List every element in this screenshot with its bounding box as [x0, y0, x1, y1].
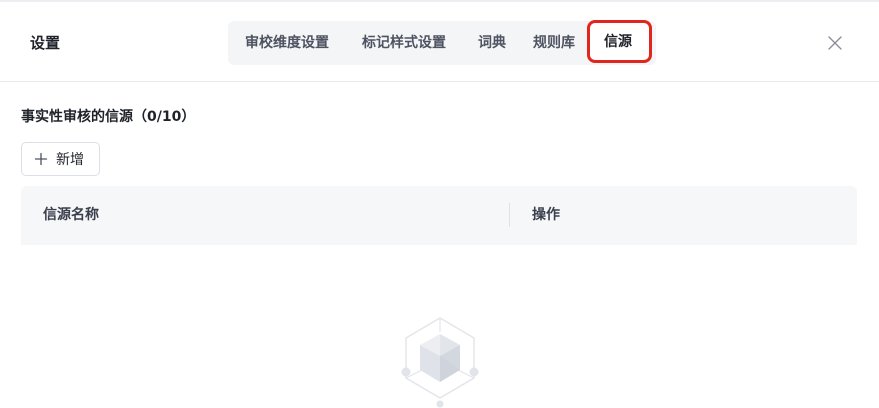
add-button-label: 新增: [56, 152, 84, 168]
column-header-source-name: 信源名称: [43, 207, 99, 223]
settings-dialog: 设置 审校维度设置 标记样式设置 词典 规则库 信源 事实性审核的信源（0/10…: [0, 0, 879, 408]
tab-review-dimensions[interactable]: 审校维度设置: [245, 33, 329, 53]
plus-icon: [34, 152, 48, 166]
tab-sources-highlight[interactable]: 信源: [587, 20, 652, 63]
column-divider: [509, 203, 510, 227]
tab-dictionary[interactable]: 词典: [478, 33, 506, 53]
tab-mark-style[interactable]: 标记样式设置: [362, 33, 446, 53]
close-icon: [828, 36, 842, 50]
add-source-button[interactable]: 新增: [21, 142, 100, 176]
section-title: 事实性审核的信源（0/10）: [21, 109, 196, 125]
column-header-actions: 操作: [532, 207, 560, 223]
table-header: 信源名称 操作: [21, 186, 857, 245]
tab-sources[interactable]: 信源: [604, 32, 632, 52]
empty-cube-icon: [401, 317, 479, 408]
dialog-header: 设置 审校维度设置 标记样式设置 词典 规则库 信源: [0, 2, 879, 82]
tab-rule-library[interactable]: 规则库: [533, 33, 575, 53]
dialog-title: 设置: [30, 34, 61, 52]
close-button[interactable]: [826, 34, 844, 52]
